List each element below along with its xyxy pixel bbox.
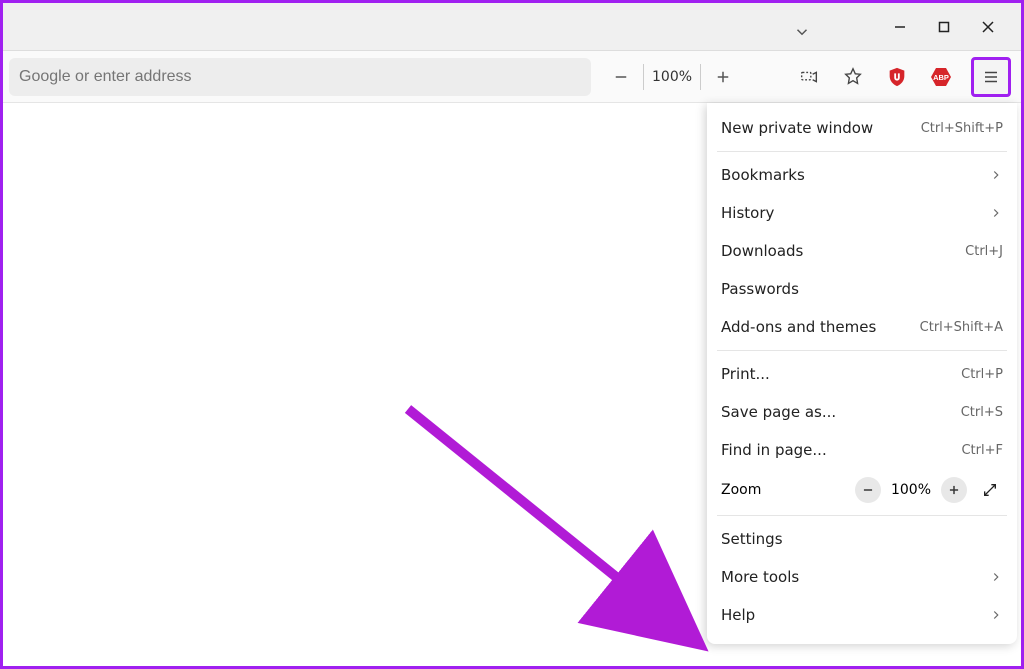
menu-downloads[interactable]: Downloads Ctrl+J: [707, 232, 1017, 270]
menu-label: Settings: [721, 530, 783, 548]
fullscreen-button[interactable]: [977, 477, 1003, 503]
bookmark-star-icon[interactable]: [839, 63, 867, 91]
hamburger-menu-button[interactable]: [971, 57, 1011, 97]
menu-new-private-window[interactable]: New private window Ctrl+Shift+P: [707, 109, 1017, 147]
tabs-dropdown-chevron[interactable]: [793, 23, 811, 41]
zoom-divider: [700, 64, 701, 90]
menu-addons[interactable]: Add-ons and themes Ctrl+Shift+A: [707, 308, 1017, 346]
minimize-button[interactable]: [889, 16, 911, 38]
chevron-right-icon: [989, 570, 1003, 584]
chevron-right-icon: [989, 608, 1003, 622]
menu-history[interactable]: History: [707, 194, 1017, 232]
menu-shortcut: Ctrl+F: [961, 443, 1003, 458]
menu-save-page-as[interactable]: Save page as... Ctrl+S: [707, 393, 1017, 431]
menu-shortcut: Ctrl+J: [965, 244, 1003, 259]
menu-find-in-page[interactable]: Find in page... Ctrl+F: [707, 431, 1017, 469]
zoom-in-button[interactable]: [709, 63, 737, 91]
svg-text:ABP: ABP: [933, 73, 949, 82]
menu-label: Passwords: [721, 280, 799, 298]
close-button[interactable]: [977, 16, 999, 38]
menu-zoom-row: Zoom 100%: [707, 469, 1017, 511]
address-input[interactable]: [19, 68, 581, 86]
app-menu: New private window Ctrl+Shift+P Bookmark…: [707, 103, 1017, 644]
content-area: New private window Ctrl+Shift+P Bookmark…: [3, 103, 1021, 666]
menu-label: Help: [721, 606, 755, 624]
menu-label: History: [721, 204, 774, 222]
menu-settings[interactable]: Settings: [707, 520, 1017, 558]
menu-passwords[interactable]: Passwords: [707, 270, 1017, 308]
zoom-value: 100%: [891, 482, 931, 498]
menu-separator: [717, 515, 1007, 516]
annotation-arrow: [398, 399, 718, 659]
menu-shortcut: Ctrl+Shift+P: [921, 121, 1003, 136]
menu-print[interactable]: Print... Ctrl+P: [707, 355, 1017, 393]
address-bar[interactable]: [9, 58, 591, 96]
toolbar: 100% ABP: [3, 51, 1021, 103]
chevron-right-icon: [989, 206, 1003, 220]
ublock-icon[interactable]: [883, 63, 911, 91]
zoom-controls: 100%: [597, 63, 747, 91]
menu-label: More tools: [721, 568, 799, 586]
menu-label: Find in page...: [721, 441, 827, 459]
menu-more-tools[interactable]: More tools: [707, 558, 1017, 596]
zoom-in-button[interactable]: [941, 477, 967, 503]
zoom-out-button[interactable]: [855, 477, 881, 503]
screenshot-icon[interactable]: [795, 63, 823, 91]
zoom-divider: [643, 64, 644, 90]
zoom-out-button[interactable]: [607, 63, 635, 91]
menu-shortcut: Ctrl+S: [961, 405, 1003, 420]
toolbar-icons: ABP: [795, 57, 1015, 97]
menu-separator: [717, 151, 1007, 152]
menu-separator: [717, 350, 1007, 351]
menu-label: New private window: [721, 119, 873, 137]
menu-shortcut: Ctrl+P: [961, 367, 1003, 382]
menu-label: Print...: [721, 365, 770, 383]
abp-icon[interactable]: ABP: [927, 63, 955, 91]
menu-label: Add-ons and themes: [721, 318, 876, 336]
menu-help[interactable]: Help: [707, 596, 1017, 634]
window-controls: [889, 16, 1021, 38]
chevron-right-icon: [989, 168, 1003, 182]
zoom-level-label: 100%: [652, 69, 692, 85]
menu-bookmarks[interactable]: Bookmarks: [707, 156, 1017, 194]
menu-label: Bookmarks: [721, 166, 805, 184]
menu-label: Downloads: [721, 242, 803, 260]
maximize-button[interactable]: [933, 16, 955, 38]
titlebar: [3, 3, 1021, 51]
menu-label: Zoom: [721, 482, 761, 498]
menu-shortcut: Ctrl+Shift+A: [920, 320, 1003, 335]
menu-label: Save page as...: [721, 403, 836, 421]
